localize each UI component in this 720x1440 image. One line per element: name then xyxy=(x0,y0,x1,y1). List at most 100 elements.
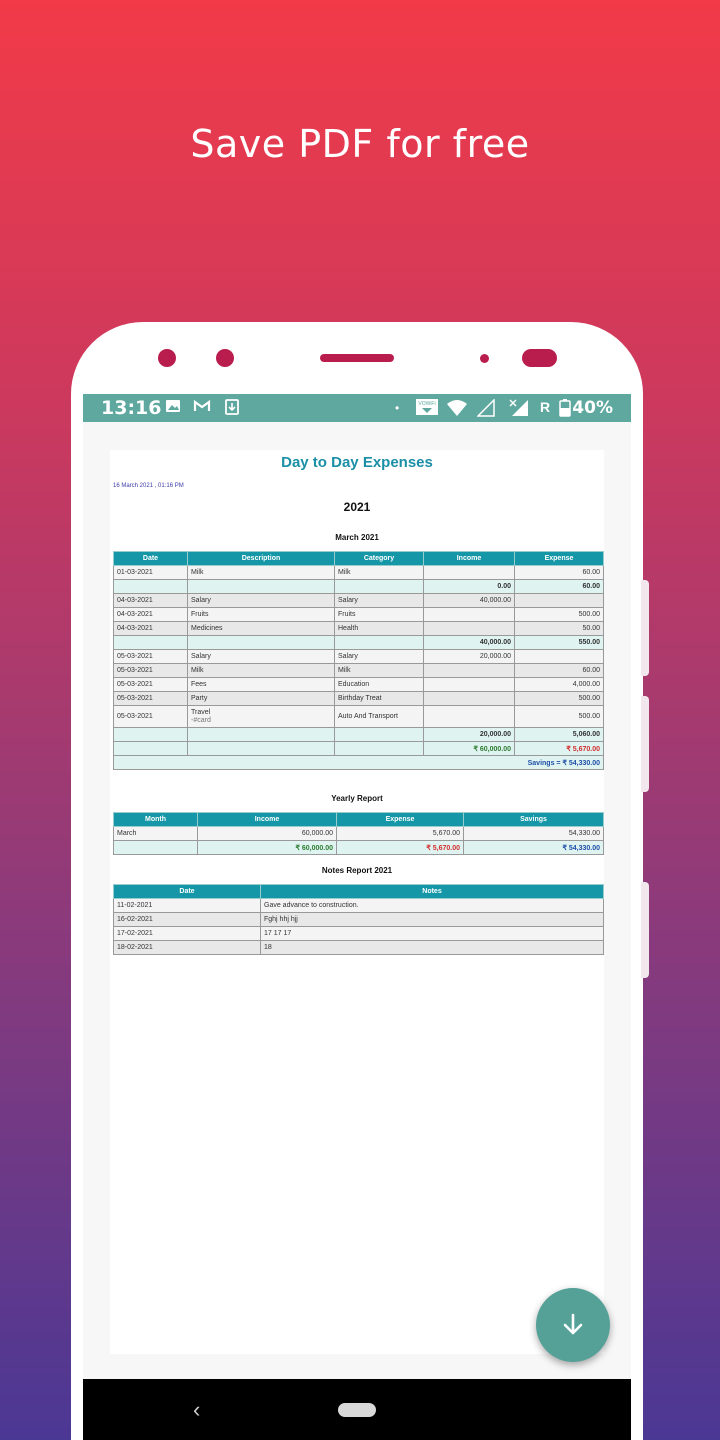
table-cell: Auto And Transport xyxy=(334,705,424,728)
report-year: 2021 xyxy=(343,500,371,514)
column-header: Savings xyxy=(463,812,604,827)
month-section-title: March 2021 xyxy=(335,533,379,542)
table-cell xyxy=(423,565,515,580)
table-cell: 54,330.00 xyxy=(463,826,604,841)
proximity-dot xyxy=(480,354,489,363)
subtotal-row: 0.00 60.00 xyxy=(113,579,604,594)
table-row: 05-03-2021 Salary Salary 20,000.00 xyxy=(113,649,604,664)
notes-report-table: Date Notes 11-02-2021 Gave advance to cons… xyxy=(113,884,604,955)
column-header: Income xyxy=(423,551,515,566)
table-cell: Travel -#card xyxy=(187,705,335,728)
table-cell: 50.00 xyxy=(514,621,604,636)
table-cell: Medicines xyxy=(187,621,335,636)
table-cell xyxy=(113,840,198,855)
table-cell xyxy=(423,705,515,728)
month-expense-table: Date Description Category Income Expense 01-… xyxy=(113,551,604,770)
table-row: 05-03-2021 Fees Education 4,000.00 xyxy=(113,677,604,692)
table-cell: 20,000.00 xyxy=(423,727,515,742)
table-cell xyxy=(334,741,424,756)
report-title: Day to Day Expenses xyxy=(281,454,433,471)
battery-icon xyxy=(559,399,571,421)
table-cell: 500.00 xyxy=(514,691,604,706)
gmail-icon xyxy=(193,399,211,417)
table-row: 17-02-2021 17 17 17 xyxy=(113,926,604,941)
column-header: Notes xyxy=(260,884,604,899)
promo-headline: Save PDF for free xyxy=(190,122,530,166)
column-header: Date xyxy=(113,551,188,566)
table-cell: Milk xyxy=(334,663,424,678)
battery-percent: 40% xyxy=(572,398,613,418)
table-row: 04-03-2021 Medicines Health 50.00 xyxy=(113,621,604,636)
vowifi-label: VOWiFi xyxy=(418,401,435,407)
back-button[interactable]: ‹ xyxy=(193,1397,200,1423)
table-cell: 60,000.00 xyxy=(197,826,337,841)
home-button[interactable] xyxy=(338,1403,376,1417)
table-cell xyxy=(187,635,335,650)
table-row: 04-03-2021 Fruits Fruits 500.00 xyxy=(113,607,604,622)
table-cell xyxy=(187,727,335,742)
column-header: Expense xyxy=(336,812,464,827)
table-cell xyxy=(113,727,188,742)
table-cell: ₹ 5,670.00 xyxy=(336,840,464,855)
table-cell: Milk xyxy=(187,663,335,678)
table-cell: March xyxy=(113,826,198,841)
table-cell: 18-02-2021 xyxy=(113,940,261,955)
table-cell: Gave advance to construction. xyxy=(260,898,604,913)
table-cell xyxy=(334,727,424,742)
table-cell: Milk xyxy=(334,565,424,580)
table-cell: Party xyxy=(187,691,335,706)
subtotal-row: 40,000.00 550.00 xyxy=(113,635,604,650)
table-header-row: Date Notes xyxy=(113,884,604,899)
table-row: March 60,000.00 5,670.00 54,330.00 xyxy=(113,826,604,841)
table-cell xyxy=(423,607,515,622)
report-generated-at: 16 March 2021 , 01:16 PM xyxy=(113,483,184,489)
column-header: Description xyxy=(187,551,335,566)
table-cell xyxy=(514,593,604,608)
download-pdf-button[interactable] xyxy=(536,1288,610,1362)
table-cell: 04-03-2021 xyxy=(113,607,188,622)
table-cell: 05-03-2021 xyxy=(113,691,188,706)
pdf-preview: Day to Day Expenses 16 March 2021 , 01:1… xyxy=(110,450,604,1354)
table-cell: 550.00 xyxy=(514,635,604,650)
table-cell: 5,060.00 xyxy=(514,727,604,742)
table-cell: Health xyxy=(334,621,424,636)
wifi-icon xyxy=(446,399,468,421)
table-cell: Fees xyxy=(187,677,335,692)
subtotal-row: ₹ 60,000.00 ₹ 5,670.00 xyxy=(113,741,604,756)
notification-dot-icon: • xyxy=(395,401,400,415)
subtotal-row: 20,000.00 5,060.00 xyxy=(113,727,604,742)
column-header: Category xyxy=(334,551,424,566)
table-cell xyxy=(113,579,188,594)
table-cell xyxy=(514,649,604,664)
table-cell: Birthday Treat xyxy=(334,691,424,706)
volume-down-button xyxy=(641,696,649,792)
table-cell: 17 17 17 xyxy=(260,926,604,941)
flash-pill xyxy=(522,349,557,367)
table-cell: ₹ 60,000.00 xyxy=(197,840,337,855)
yearly-report-table: Month Income Expense Savings March 60,000.00… xyxy=(113,812,604,855)
table-cell: 17-02-2021 xyxy=(113,926,261,941)
table-cell xyxy=(334,635,424,650)
table-cell: 01-03-2021 xyxy=(113,565,188,580)
table-cell: 16-02-2021 xyxy=(113,912,261,927)
arrow-down-icon xyxy=(563,1313,583,1335)
table-row: 11-02-2021 Gave advance to construction. xyxy=(113,898,604,913)
savings-cell: Savings = ₹ 54,330.00 xyxy=(113,755,604,770)
carrier-label: R xyxy=(540,399,551,415)
notes-section-title: Notes Report 2021 xyxy=(321,866,393,875)
table-cell: ₹ 54,330.00 xyxy=(463,840,604,855)
table-cell: 5,670.00 xyxy=(336,826,464,841)
phone-screen: 13:16 • VOWiFi R 40% Day to Day Expenses xyxy=(83,394,631,1440)
table-cell xyxy=(423,663,515,678)
table-header-row: Month Income Expense Savings xyxy=(113,812,604,827)
table-row: 05-03-2021 Milk Milk 60.00 xyxy=(113,663,604,678)
table-header-row: Date Description Category Income Expense xyxy=(113,551,604,566)
table-cell: 05-03-2021 xyxy=(113,663,188,678)
table-cell: 500.00 xyxy=(514,705,604,728)
table-cell: 60.00 xyxy=(514,579,604,594)
table-cell: Education xyxy=(334,677,424,692)
table-cell: Salary xyxy=(187,593,335,608)
table-cell: 18 xyxy=(260,940,604,955)
table-cell: ₹ 5,670.00 xyxy=(514,741,604,756)
table-cell: Salary xyxy=(334,649,424,664)
